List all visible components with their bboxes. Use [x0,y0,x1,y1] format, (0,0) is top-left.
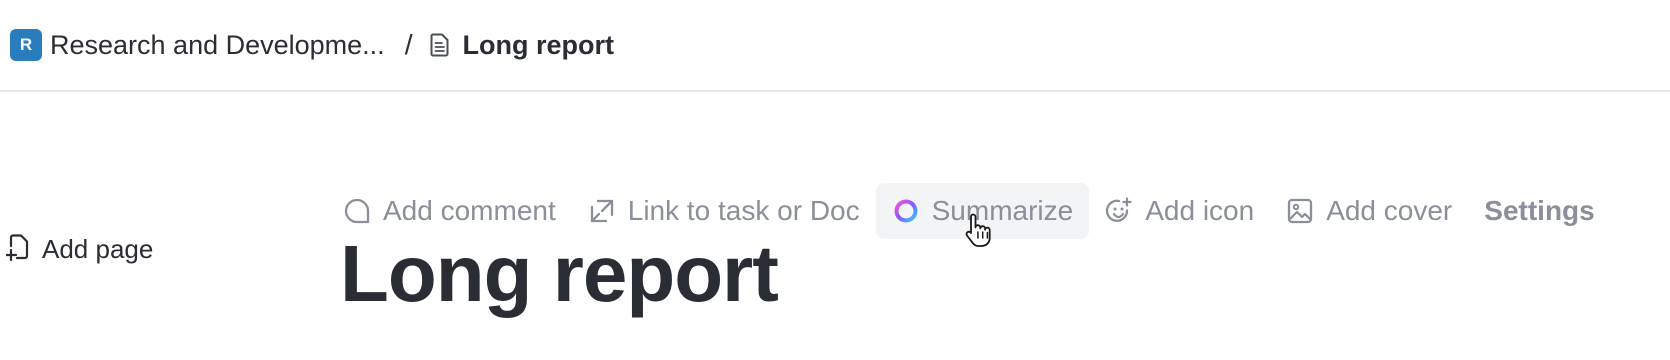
add-page-button[interactable]: Add page [4,232,154,266]
breadcrumb-space-name[interactable]: Research and Developme... [50,30,385,61]
add-cover-label: Add cover [1326,195,1453,226]
add-cover-button[interactable]: Add cover [1270,183,1468,239]
ai-summarize-icon [892,197,920,225]
smiley-icon [1105,197,1133,225]
add-icon-label: Add icon [1145,195,1255,226]
add-icon-button[interactable]: Add icon [1089,183,1270,239]
breadcrumb-doc-name[interactable]: Long report [462,30,613,61]
settings-label: Settings [1484,195,1595,226]
breadcrumb-separator: / [404,29,413,60]
add-comment-label: Add comment [383,195,556,226]
breadcrumb: R Research and Developme... / Long repor… [10,28,614,62]
summarize-label: Summarize [931,195,1074,226]
space-avatar[interactable]: R [10,29,42,61]
add-page-label: Add page [42,233,154,264]
top-bar: R Research and Developme... / Long repor… [0,0,1670,92]
image-icon [1286,197,1314,225]
document-icon [430,32,452,58]
link-task-label: Link to task or Doc [627,195,860,226]
settings-button[interactable]: Settings [1468,183,1610,239]
page-title[interactable]: Long report [340,234,779,314]
summarize-button[interactable]: Summarize [875,183,1090,239]
add-page-icon [4,233,30,266]
link-icon [588,197,616,225]
comment-icon [343,197,371,225]
